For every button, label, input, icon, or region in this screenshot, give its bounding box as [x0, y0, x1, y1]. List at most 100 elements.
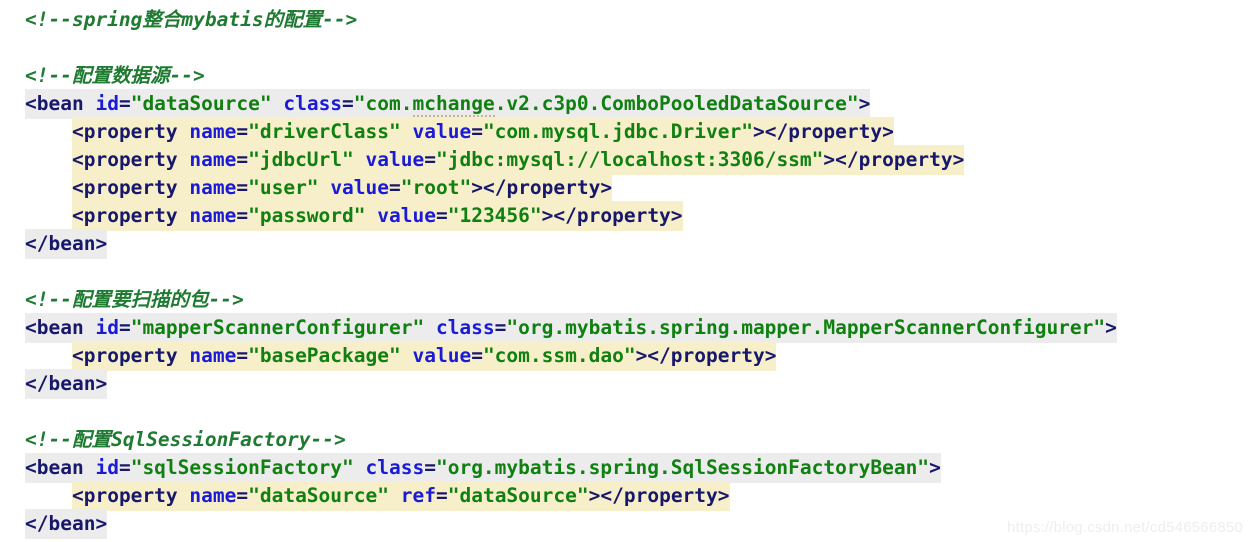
- code-editor-pane[interactable]: <!--spring整合mybatis的配置--> <!--配置数据源--> <b…: [0, 0, 1249, 542]
- token-str: "mapperScannerConfigurer": [130, 316, 425, 339]
- token-punc: >: [670, 204, 683, 227]
- token-punc: =: [236, 204, 249, 227]
- token-attr: value: [365, 148, 425, 171]
- code-line[interactable]: <bean id="sqlSessionFactory" class="org.…: [0, 453, 1249, 483]
- token-attr: value: [412, 120, 472, 143]
- token-punc: <: [25, 456, 37, 479]
- token-attr: id: [95, 316, 119, 339]
- token-attr: value: [330, 176, 390, 199]
- token-punc: <: [71, 120, 84, 143]
- token-str: "com.ssm.dao": [482, 344, 636, 367]
- token-punc: =: [494, 316, 507, 339]
- token-tag: property: [83, 204, 178, 227]
- code-comment-line[interactable]: <!--配置SqlSessionFactory-->: [0, 426, 1249, 454]
- token-punc: <: [71, 204, 84, 227]
- highlighted-code-run: <property name="dataSource" ref="dataSou…: [71, 481, 730, 511]
- token-tag: property: [623, 484, 718, 507]
- highlighted-code-run: </bean>: [25, 229, 108, 259]
- xml-comment: <!--配置SqlSessionFactory-->: [25, 428, 346, 451]
- token-attr: class: [283, 92, 343, 115]
- token-punc: =: [471, 120, 483, 143]
- code-line[interactable]: </bean>: [0, 369, 1249, 399]
- token-punc: >: [764, 344, 777, 367]
- token-tag: property: [83, 344, 178, 367]
- code-line[interactable]: <property name="user" value="root"></pro…: [0, 173, 1249, 203]
- code-line[interactable]: <property name="dataSource" ref="dataSou…: [0, 481, 1249, 511]
- token-attr: ref: [400, 484, 436, 507]
- token-tag: bean: [36, 92, 84, 115]
- token-punc: ></: [471, 176, 507, 199]
- token-punc: =: [236, 148, 249, 171]
- token-punc: </: [25, 512, 49, 535]
- token-punc: =: [435, 204, 448, 227]
- code-comment-line[interactable]: <!--spring整合mybatis的配置-->: [0, 6, 1249, 34]
- token-punc: =: [118, 92, 131, 115]
- token-tag: bean: [48, 512, 96, 535]
- code-line[interactable]: <property name="password" value="123456"…: [0, 201, 1249, 231]
- token-punc: ></: [823, 148, 859, 171]
- token-attr: value: [377, 204, 436, 227]
- token-punc: ></: [752, 120, 789, 143]
- code-comment-line[interactable]: <!--配置数据源-->: [0, 62, 1249, 90]
- highlighted-code-run: <property name="password" value="123456"…: [71, 201, 683, 231]
- token-str: "basePackage": [248, 344, 401, 367]
- token-punc: >: [882, 120, 894, 143]
- token-punc: =: [435, 484, 448, 507]
- token-attr: name: [189, 120, 237, 143]
- token-punc: ></: [541, 204, 577, 227]
- token-attr: class: [435, 316, 495, 339]
- token-punc: ></: [635, 344, 671, 367]
- token-str: "jdbc:mysql://localhost:3306/ssm": [435, 148, 824, 171]
- code-comment-line[interactable]: <!--配置要扫描的包-->: [0, 286, 1249, 314]
- xml-comment: <!--spring整合mybatis的配置-->: [25, 8, 358, 31]
- token-attr: id: [95, 456, 119, 479]
- code-line[interactable]: <property name="basePackage" value="com.…: [0, 341, 1249, 371]
- code-line[interactable]: <bean id="dataSource" class="com.mchange…: [0, 89, 1249, 119]
- token-punc: >: [95, 512, 108, 535]
- token-tag: property: [83, 176, 178, 199]
- token-tag: property: [83, 484, 178, 507]
- token-punc: >: [929, 456, 941, 479]
- highlighted-code-run: <bean id="dataSource" class="com.mchange…: [25, 89, 871, 119]
- token-punc: =: [236, 120, 249, 143]
- token-attr: name: [189, 176, 237, 199]
- highlighted-code-run: <property name="basePackage" value="com.…: [71, 341, 777, 371]
- code-line[interactable]: <property name="jdbcUrl" value="jdbc:mys…: [0, 145, 1249, 175]
- token-attr: name: [189, 204, 237, 227]
- code-line[interactable]: <property name="driverClass" value="com.…: [0, 117, 1249, 147]
- token-punc: ></: [588, 484, 624, 507]
- code-line[interactable]: </bean>: [0, 229, 1249, 259]
- highlighted-code-run: <property name="driverClass" value="com.…: [71, 117, 894, 147]
- token-attr: class: [365, 456, 425, 479]
- token-punc: >: [952, 148, 965, 171]
- token-punc: =: [236, 176, 249, 199]
- token-punc: <: [71, 176, 84, 199]
- token-punc: </: [25, 372, 49, 395]
- token-punc: =: [389, 176, 401, 199]
- token-punc: <: [71, 148, 84, 171]
- token-attr: name: [189, 148, 237, 171]
- token-str: "org.mybatis.spring.SqlSessionFactoryBea…: [435, 456, 930, 479]
- token-str: "sqlSessionFactory": [130, 456, 354, 479]
- token-punc: =: [342, 92, 354, 115]
- token-attr: name: [189, 484, 237, 507]
- xml-comment: <!--配置要扫描的包-->: [25, 288, 244, 311]
- token-punc: <: [71, 344, 84, 367]
- code-line[interactable]: <bean id="mapperScannerConfigurer" class…: [0, 313, 1249, 343]
